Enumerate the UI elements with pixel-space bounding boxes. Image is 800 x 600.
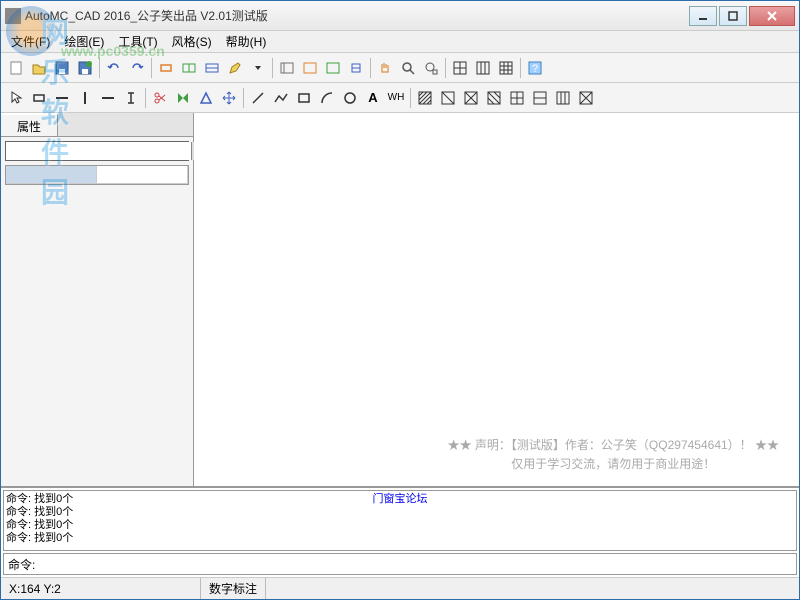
window-title: AutoMC_CAD 2016_公子笑出品 V2.01测试版: [25, 7, 689, 24]
toolbar-2: A WH: [1, 83, 799, 113]
shape2-icon[interactable]: [178, 57, 200, 79]
menu-draw[interactable]: 绘图(E): [58, 31, 110, 52]
ibeam-icon[interactable]: [120, 87, 142, 109]
tab-properties[interactable]: 属性: [1, 113, 58, 136]
status-coords: X:164 Y:2: [1, 578, 201, 599]
toolbar-1: ?: [1, 53, 799, 83]
format1-icon[interactable]: [276, 57, 298, 79]
scissors-icon[interactable]: [149, 87, 171, 109]
triangle-icon[interactable]: [195, 87, 217, 109]
format3-icon[interactable]: [322, 57, 344, 79]
hatch3-icon[interactable]: [460, 87, 482, 109]
hatch6-icon[interactable]: [529, 87, 551, 109]
svg-text:?: ?: [532, 63, 538, 75]
command-label: 命令:: [4, 556, 39, 573]
side-panel: 属性 ▼: [1, 113, 194, 486]
minimize-button[interactable]: [689, 6, 717, 26]
help-icon[interactable]: ?: [524, 57, 546, 79]
text-a-icon[interactable]: A: [362, 87, 384, 109]
menu-style[interactable]: 风格(S): [166, 31, 218, 52]
shape1-icon[interactable]: [155, 57, 177, 79]
menu-file[interactable]: 文件(F): [5, 31, 56, 52]
menu-help[interactable]: 帮助(H): [220, 31, 273, 52]
hline2-icon[interactable]: [97, 87, 119, 109]
menu-bar: 文件(F) 绘图(E) 工具(T) 风格(S) 帮助(H): [1, 31, 799, 53]
hline-icon[interactable]: [51, 87, 73, 109]
maximize-button[interactable]: [719, 6, 747, 26]
redo-icon[interactable]: [126, 57, 148, 79]
hatch5-icon[interactable]: [506, 87, 528, 109]
new-icon[interactable]: [5, 57, 27, 79]
zoomfit-icon[interactable]: [420, 57, 442, 79]
command-input[interactable]: [39, 557, 796, 572]
move-icon[interactable]: [218, 87, 240, 109]
saveas-icon[interactable]: [74, 57, 96, 79]
drawing-canvas[interactable]: ★★ 声明：【测试版】作者：公子笑（QQ297454641）！ ★★ 仅用于学习…: [194, 113, 799, 486]
mirror-icon[interactable]: [172, 87, 194, 109]
property-grid[interactable]: [5, 165, 189, 185]
pointer-icon[interactable]: [5, 87, 27, 109]
rect-tool-icon[interactable]: [28, 87, 50, 109]
property-combo[interactable]: ▼: [5, 141, 189, 161]
close-button[interactable]: [749, 6, 795, 26]
app-icon: [5, 8, 21, 24]
format4-icon[interactable]: [345, 57, 367, 79]
circle-icon[interactable]: [339, 87, 361, 109]
dropdown-icon[interactable]: [247, 57, 269, 79]
save-icon[interactable]: [51, 57, 73, 79]
menu-tools[interactable]: 工具(T): [112, 31, 163, 52]
arc-icon[interactable]: [316, 87, 338, 109]
command-log[interactable]: 门窗宝论坛 命令: 找到0个 命令: 找到0个 命令: 找到0个 命令: 找到0…: [3, 490, 797, 551]
format2-icon[interactable]: [299, 57, 321, 79]
status-mode: 数字标注: [201, 578, 266, 599]
line-tool-icon[interactable]: [247, 87, 269, 109]
grid1-icon[interactable]: [449, 57, 471, 79]
log-line: 命令: 找到0个: [6, 532, 794, 545]
hatch4-icon[interactable]: [483, 87, 505, 109]
undo-icon[interactable]: [103, 57, 125, 79]
log-line: 命令: 找到0个: [6, 519, 794, 532]
grid2-icon[interactable]: [472, 57, 494, 79]
title-bar: AutoMC_CAD 2016_公子笑出品 V2.01测试版: [1, 1, 799, 31]
grid3-icon[interactable]: [495, 57, 517, 79]
open-icon[interactable]: [28, 57, 50, 79]
hatch7-icon[interactable]: [552, 87, 574, 109]
text-wh-icon[interactable]: WH: [385, 87, 407, 109]
vline-icon[interactable]: [74, 87, 96, 109]
property-combo-input[interactable]: [6, 142, 191, 160]
status-bar: X:164 Y:2 数字标注: [1, 577, 799, 599]
hand-icon[interactable]: [374, 57, 396, 79]
zoom-icon[interactable]: [397, 57, 419, 79]
command-panel: 门窗宝论坛 命令: 找到0个 命令: 找到0个 命令: 找到0个 命令: 找到0…: [1, 487, 799, 577]
rect2-icon[interactable]: [293, 87, 315, 109]
hatch1-icon[interactable]: [414, 87, 436, 109]
forum-link[interactable]: 门窗宝论坛: [373, 493, 428, 506]
hatch2-icon[interactable]: [437, 87, 459, 109]
log-line: 命令: 找到0个: [6, 506, 794, 519]
canvas-notice: ★★ 声明：【测试版】作者：公子笑（QQ297454641）！ ★★ 仅用于学习…: [448, 436, 779, 474]
polyline-icon[interactable]: [270, 87, 292, 109]
shape3-icon[interactable]: [201, 57, 223, 79]
pencil-icon[interactable]: [224, 57, 246, 79]
property-row[interactable]: [6, 166, 188, 184]
hatch8-icon[interactable]: [575, 87, 597, 109]
